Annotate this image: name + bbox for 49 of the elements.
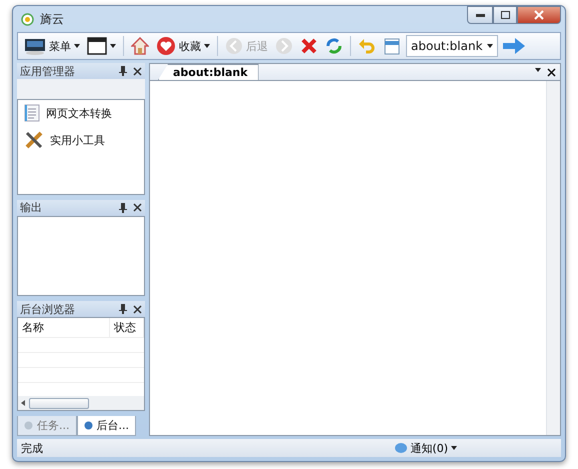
column-header: 状态 (110, 318, 144, 338)
panel-tab[interactable]: 任务... (17, 416, 76, 436)
menu-button[interactable]: 菜单 (22, 34, 82, 58)
undo-arrow-icon (358, 37, 376, 55)
column-header: 名称 (18, 318, 110, 338)
minimize-button[interactable] (467, 6, 493, 24)
panel-tab[interactable]: 后台... (76, 416, 136, 436)
go-arrow-icon (503, 38, 525, 54)
close-icon[interactable] (133, 66, 142, 76)
address-field[interactable]: about:blank (406, 35, 498, 57)
favorites-button[interactable]: 收藏 (154, 34, 212, 58)
close-icon[interactable] (547, 68, 556, 76)
panel-title: 输出 (20, 200, 43, 216)
maximize-icon (500, 11, 510, 19)
app-logo-icon (21, 12, 34, 26)
home-icon (131, 37, 149, 55)
panel-title: 后台浏览器 (20, 302, 76, 317)
pin-icon[interactable] (119, 202, 127, 213)
tools-icon (24, 130, 44, 150)
maximize-button[interactable] (493, 6, 517, 24)
panel-title: 应用管理器 (20, 64, 76, 78)
minimize-icon (476, 14, 484, 16)
vertical-scrollbar[interactable] (546, 81, 560, 435)
dropdown-caret-icon (487, 44, 493, 48)
app-list-item[interactable]: 网页文本转换 (18, 100, 144, 126)
stop-icon (300, 37, 318, 55)
close-icon[interactable] (133, 304, 142, 314)
pin-icon[interactable] (119, 66, 127, 76)
close-icon[interactable] (133, 203, 142, 212)
monitor-icon (24, 37, 46, 55)
horizontal-scrollbar[interactable] (18, 396, 144, 410)
chat-bubble-icon (395, 442, 408, 454)
refresh-icon (325, 37, 343, 55)
close-button[interactable] (517, 6, 561, 24)
app-list-item[interactable]: 实用小工具 (18, 126, 144, 154)
status-text: 完成 (21, 440, 43, 456)
document-icon (24, 104, 40, 122)
home-button[interactable] (129, 34, 151, 58)
scroll-left-icon[interactable] (21, 400, 25, 406)
dropdown-caret-icon (451, 446, 457, 450)
document-tab[interactable]: about:blank (158, 64, 259, 80)
window-title: 旖云 (40, 10, 65, 28)
notification-button[interactable]: 通知(0) (395, 440, 457, 456)
close-icon (534, 10, 544, 20)
globe-icon (84, 421, 92, 430)
dropdown-caret-icon (535, 68, 541, 72)
window-icon (87, 37, 107, 55)
pin-icon[interactable] (119, 304, 127, 314)
page-icon (383, 37, 401, 55)
